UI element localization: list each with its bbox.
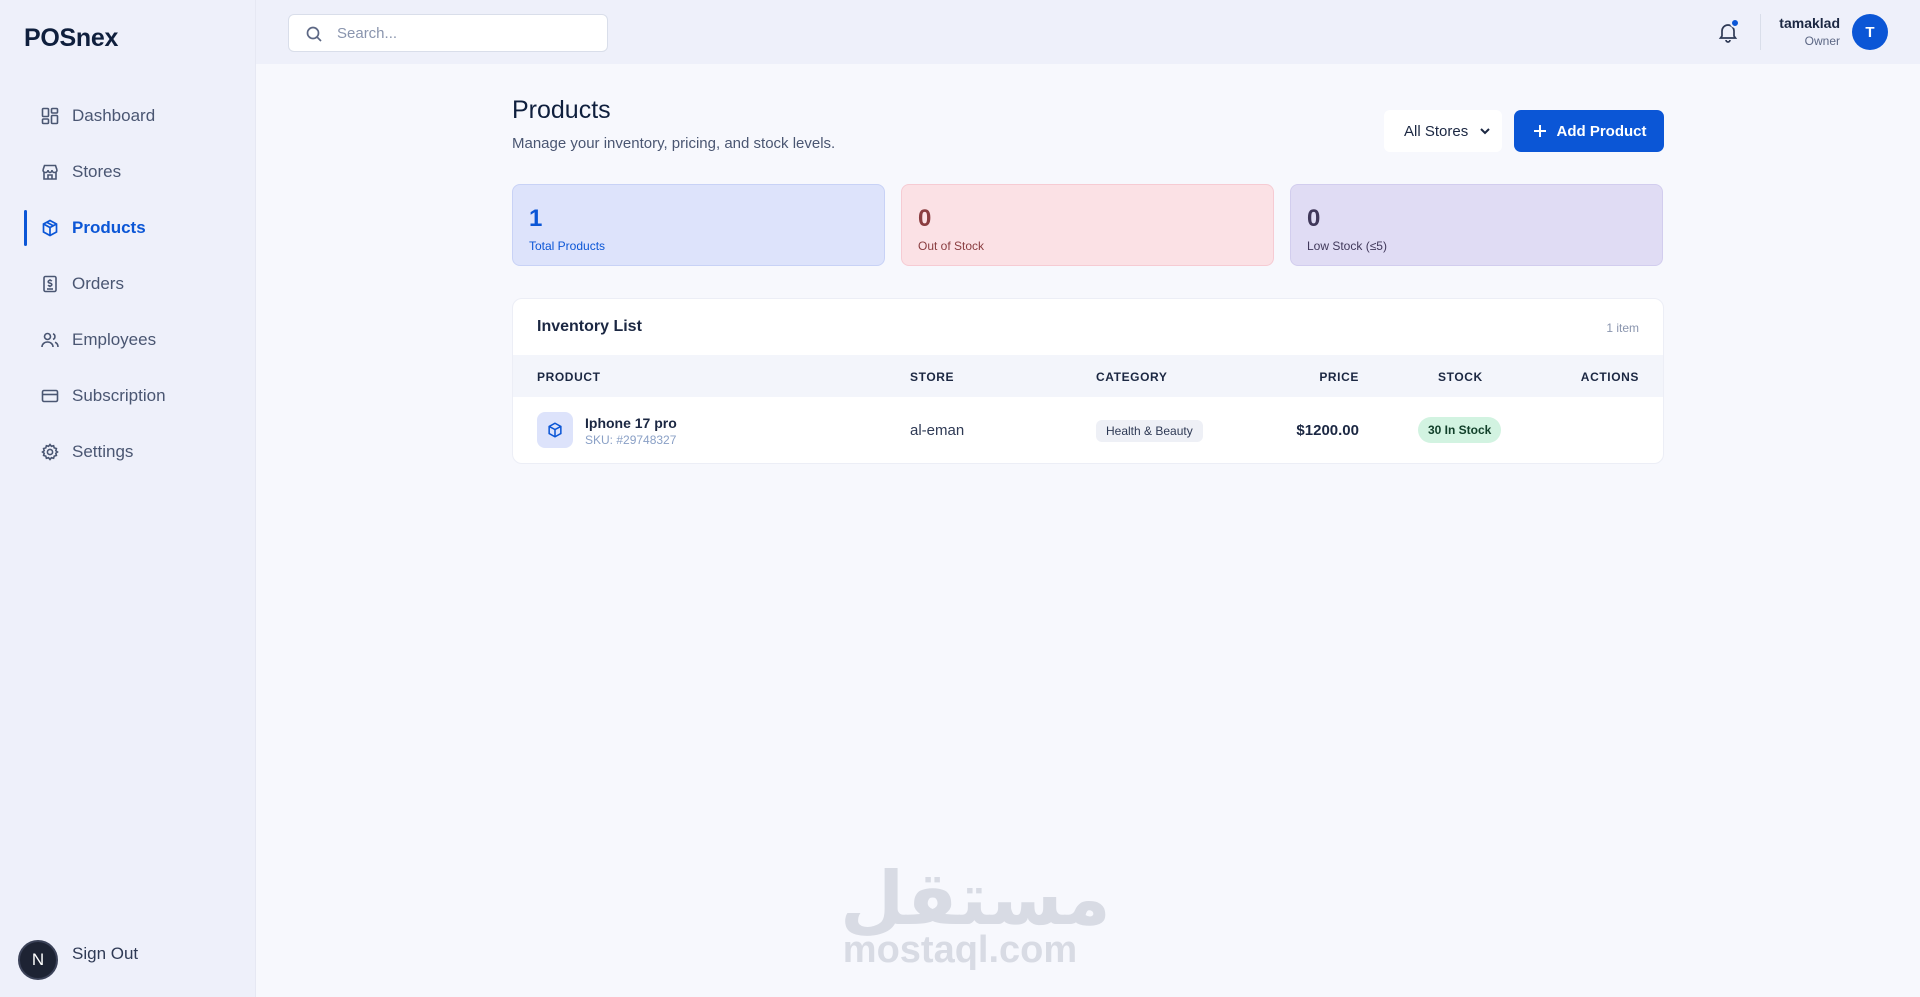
sidebar-item-label: Settings	[72, 442, 134, 461]
sidebar-item-label: Products	[72, 218, 146, 237]
add-product-button[interactable]: Add Product	[1514, 110, 1664, 152]
inventory-card: Inventory List 1 item PRODUCT STORE CATE…	[512, 298, 1664, 464]
sidebar-item-settings[interactable]: Settings	[0, 424, 256, 480]
sidebar-item-orders[interactable]: Orders	[0, 256, 256, 312]
column-header-product[interactable]: PRODUCT	[537, 370, 601, 384]
stat-label: Total Products	[529, 239, 606, 253]
dashboard-icon	[40, 106, 60, 126]
product-name[interactable]: Iphone 17 pro	[585, 415, 677, 431]
topbar: tamaklad Owner T	[256, 0, 1920, 64]
notifications-button[interactable]	[1714, 18, 1742, 46]
column-header-category[interactable]: CATEGORY	[1096, 370, 1167, 384]
sidebar-item-subscription[interactable]: Subscription	[0, 368, 256, 424]
plus-icon	[1533, 125, 1546, 137]
product-price: $1200.00	[1296, 422, 1359, 439]
users-icon	[40, 330, 60, 350]
sidebar: POSnex Dashboard Stores Products Orders …	[0, 0, 256, 997]
sidebar-item-products[interactable]: Products	[0, 200, 256, 256]
sign-out-button[interactable]: Sign Out	[0, 928, 256, 980]
stat-card-total-products: 1 Total Products	[512, 184, 885, 266]
column-header-actions: ACTIONS	[1580, 370, 1639, 384]
watermark-latin: mostaql.com	[842, 929, 1078, 971]
credit-card-icon	[40, 386, 60, 406]
avatar[interactable]: T	[1852, 14, 1888, 50]
notification-dot	[1730, 18, 1740, 28]
receipt-icon	[40, 274, 60, 294]
inventory-title: Inventory List	[537, 318, 642, 335]
user-info: tamaklad Owner	[1779, 15, 1840, 48]
box-icon	[40, 218, 60, 238]
column-header-stock[interactable]: STOCK	[1438, 370, 1483, 384]
stat-label: Low Stock (≤5)	[1307, 239, 1387, 253]
brand-logo[interactable]: POSnex	[24, 24, 118, 53]
store-filter-value: All Stores	[1404, 122, 1469, 140]
sidebar-item-employees[interactable]: Employees	[0, 312, 256, 368]
user-name: tamaklad	[1779, 15, 1840, 31]
sidebar-item-label: Stores	[72, 162, 122, 181]
table-header: PRODUCT STORE CATEGORY PRICE STOCK ACTIO…	[513, 355, 1663, 397]
sidebar-item-stores[interactable]: Stores	[0, 144, 256, 200]
stat-card-out-of-stock: 0 Out of Stock	[901, 184, 1274, 266]
main-content: Products Manage your inventory, pricing,…	[512, 96, 1664, 464]
table-row[interactable]: Iphone 17 pro SKU: #29748327 al-eman Hea…	[513, 397, 1663, 463]
search-input[interactable]	[337, 24, 587, 42]
product-store: al-eman	[910, 422, 965, 439]
sidebar-item-label: Subscription	[72, 386, 166, 405]
column-header-store[interactable]: STORE	[910, 370, 954, 384]
sidebar-item-label: Orders	[72, 274, 124, 293]
inventory-count: 1 item	[1606, 321, 1639, 335]
inventory-header: Inventory List 1 item	[513, 299, 1663, 355]
column-header-price[interactable]: PRICE	[1319, 370, 1359, 384]
sidebar-item-label: Employees	[72, 330, 157, 349]
watermark-arabic: مستقل	[840, 856, 1111, 942]
search-icon	[306, 26, 322, 42]
sidebar-item-dashboard[interactable]: Dashboard	[0, 88, 256, 144]
stat-value: 0	[918, 205, 932, 232]
box-icon	[548, 422, 562, 438]
product-sku: SKU: #29748327	[585, 433, 677, 447]
topbar-divider	[1760, 14, 1761, 50]
watermark: مستقل mostaql.com	[840, 856, 1111, 971]
store-filter-select[interactable]: All Stores	[1384, 110, 1502, 152]
stat-value: 0	[1307, 205, 1321, 232]
stat-value: 1	[529, 205, 543, 232]
search-box[interactable]	[288, 14, 608, 52]
stock-badge: 30 In Stock	[1418, 417, 1502, 443]
stat-label: Out of Stock	[918, 239, 985, 253]
gear-icon	[40, 442, 60, 462]
stat-card-low-stock: 0 Low Stock (≤5)	[1290, 184, 1663, 266]
sidebar-nav: Dashboard Stores Products Orders Employe…	[0, 88, 256, 480]
user-role: Owner	[1804, 34, 1840, 48]
add-product-label: Add Product	[1556, 122, 1647, 140]
stats-row: 1 Total Products 0 Out of Stock 0 Low St…	[512, 184, 1664, 266]
store-icon	[40, 162, 60, 182]
chevron-down-icon	[1480, 128, 1490, 135]
sidebar-item-label: Dashboard	[72, 106, 156, 125]
product-thumbnail	[537, 412, 573, 448]
app-root: POSnex Dashboard Stores Products Orders …	[0, 0, 1920, 997]
category-badge: Health & Beauty	[1096, 420, 1203, 442]
